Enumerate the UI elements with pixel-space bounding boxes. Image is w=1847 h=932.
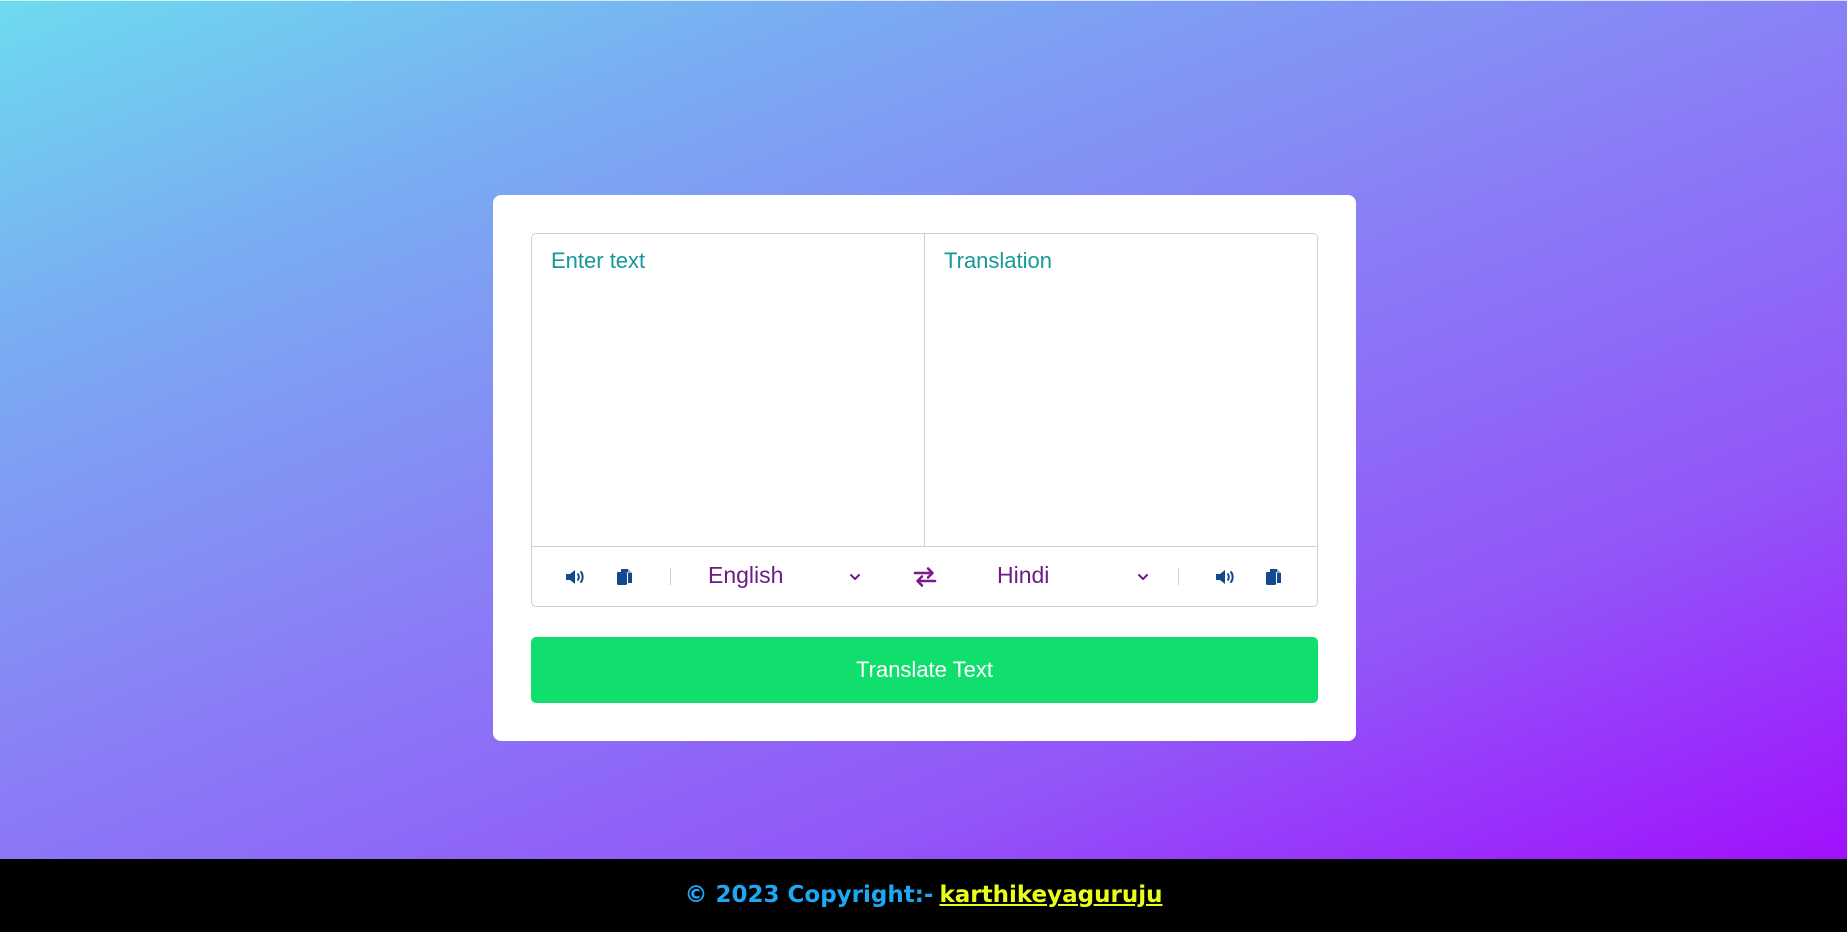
chevron-down-icon (850, 574, 860, 580)
separator (1178, 568, 1179, 585)
translator-panel: English Hindi (531, 233, 1318, 607)
translator-card: English Hindi (493, 195, 1356, 741)
exchange-arrows-icon[interactable] (912, 565, 938, 589)
source-copy-icon[interactable] (613, 565, 637, 589)
separator (670, 568, 671, 585)
target-language-select[interactable]: Hindi (992, 560, 1160, 594)
translation-output[interactable] (924, 234, 1317, 546)
translate-text-button[interactable]: Translate Text (531, 637, 1318, 703)
target-volume-icon[interactable] (1213, 565, 1237, 589)
text-input-area (532, 234, 1317, 547)
source-text-input[interactable] (532, 234, 924, 546)
top-edge-line (0, 0, 1847, 1)
language-controls: English Hindi (532, 547, 1317, 606)
target-copy-icon[interactable] (1262, 565, 1286, 589)
source-language-select[interactable]: English (703, 560, 871, 594)
source-language-label: English (708, 562, 784, 588)
chevron-down-icon (1138, 574, 1148, 580)
author-link[interactable]: karthikeyaguruju (939, 882, 1162, 908)
target-language-label: Hindi (997, 562, 1050, 588)
source-volume-icon[interactable] (563, 565, 587, 589)
copyright-text: © 2023 Copyright:- (684, 882, 934, 908)
footer: © 2023 Copyright:- karthikeyaguruju (0, 859, 1847, 932)
